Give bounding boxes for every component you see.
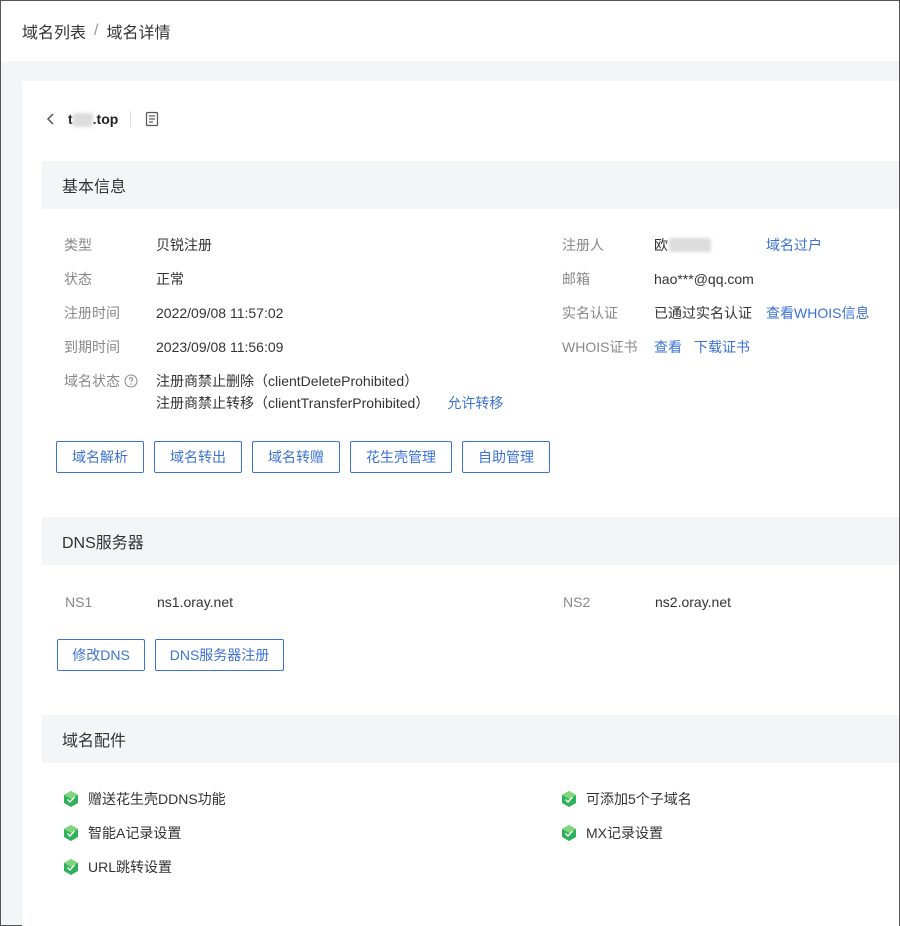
domain-status-label-wrap: 域名状态: [64, 371, 156, 391]
chevron-left-icon[interactable]: [42, 110, 60, 128]
reg-time-row: 注册时间 2022/09/08 11:57:02: [64, 303, 283, 323]
reg-time-label: 注册时间: [64, 305, 120, 321]
feature-label: URL跳转设置: [88, 859, 173, 875]
dns-register-button[interactable]: DNS服务器注册: [155, 639, 284, 671]
status-label: 状态: [64, 271, 92, 287]
section-accessories-title: 域名配件: [42, 715, 899, 763]
type-row: 类型 贝锐注册: [64, 235, 212, 255]
feature-label: 可添加5个子域名: [586, 791, 692, 807]
type-label: 类型: [64, 237, 92, 253]
email-value: hao***@qq.com: [654, 271, 754, 287]
feature-item: MX记录设置: [560, 823, 663, 843]
domain-name: t .top: [68, 110, 119, 128]
domain-name-suffix: .top: [92, 110, 119, 127]
domain-status-2-row: 注册商禁止转移（clientTransferProhibited） 允许转移: [156, 393, 503, 413]
feature-label: 赠送花生壳DDNS功能: [88, 791, 226, 807]
whois-view-link[interactable]: 查看: [654, 337, 682, 357]
self-manage-button[interactable]: 自助管理: [462, 441, 550, 473]
domain-status-1: 注册商禁止删除（clientDeleteProhibited）: [156, 373, 419, 389]
feature-check-icon: [560, 824, 578, 842]
domain-name-prefix: t: [68, 110, 73, 127]
domain-detail-card: t .top 基本信息 类型 贝锐注册 状态 正常 注册时间 2022/09/08…: [22, 81, 899, 926]
email-label: 邮箱: [562, 271, 590, 287]
transfer-owner-link[interactable]: 域名过户: [766, 235, 822, 255]
domain-header: t .top: [42, 107, 161, 131]
reg-time-value: 2022/09/08 11:57:02: [156, 305, 284, 321]
status-row: 状态 正常: [64, 269, 184, 289]
whois-cert-label: WHOIS证书: [562, 339, 638, 355]
ns2-row: NS2 ns2.oray.net: [563, 592, 731, 612]
feature-item: 赠送花生壳DDNS功能: [62, 789, 226, 809]
breadcrumb-domain-detail: 域名详情: [106, 25, 171, 42]
phddns-manage-button[interactable]: 花生壳管理: [350, 441, 452, 473]
domain-status-row: 域名状态 注册商禁止删除（clientDeleteProhibited）: [64, 371, 418, 391]
section-basic-info-title: 基本信息: [42, 161, 899, 209]
registrant-value: 欧: [654, 237, 668, 253]
redacted-blur: [72, 113, 93, 128]
redacted-blur: [669, 238, 711, 252]
domain-status-2: 注册商禁止转移（clientTransferProhibited）: [156, 395, 430, 411]
document-icon[interactable]: [143, 110, 161, 128]
ns2-label: NS2: [563, 594, 591, 610]
section-dns-title: DNS服务器: [42, 517, 899, 565]
feature-label: 智能A记录设置: [88, 825, 182, 841]
modify-dns-button[interactable]: 修改DNS: [57, 639, 145, 671]
allow-transfer-link[interactable]: 允许转移: [447, 393, 503, 413]
status-value: 正常: [156, 271, 184, 287]
divider: [130, 111, 132, 127]
domain-status-label: 域名状态: [64, 373, 120, 389]
transfer-out-button[interactable]: 域名转出: [154, 441, 242, 473]
email-row: 邮箱 hao***@qq.com: [562, 269, 754, 289]
whois-cert-row: WHOIS证书 查看 下载证书: [562, 337, 750, 357]
breadcrumb-domain-list[interactable]: 域名列表: [22, 19, 86, 43]
registrant-row: 注册人 欧 域名过户: [562, 235, 822, 255]
whois-info-link[interactable]: 查看WHOIS信息: [766, 303, 869, 323]
breadcrumb-separator: /: [94, 22, 99, 39]
feature-check-icon: [62, 824, 80, 842]
ns1-label: NS1: [65, 594, 93, 610]
exp-time-value: 2023/09/08 11:56:09: [156, 339, 284, 355]
ns1-value: ns1.oray.net: [157, 594, 234, 610]
feature-item: 可添加5个子域名: [560, 789, 692, 809]
ns1-row: NS1 ns1.oray.net: [65, 592, 233, 612]
feature-item: URL跳转设置: [62, 857, 172, 877]
whois-download-link[interactable]: 下载证书: [694, 337, 750, 357]
exp-time-label: 到期时间: [64, 339, 120, 355]
feature-check-icon: [62, 790, 80, 808]
gift-domain-button[interactable]: 域名转赠: [252, 441, 340, 473]
help-icon[interactable]: [124, 374, 138, 388]
realname-row: 实名认证 已通过实名认证 查看WHOIS信息: [562, 303, 869, 323]
realname-label: 实名认证: [562, 305, 618, 321]
realname-value: 已通过实名认证: [654, 305, 752, 321]
type-value: 贝锐注册: [156, 237, 212, 253]
exp-time-row: 到期时间 2023/09/08 11:56:09: [64, 337, 283, 357]
feature-item: 智能A记录设置: [62, 823, 181, 843]
registrant-label: 注册人: [562, 237, 604, 253]
ns2-value: ns2.oray.net: [655, 594, 732, 610]
feature-check-icon: [560, 790, 578, 808]
breadcrumb: 域名列表 / 域名详情: [1, 1, 899, 61]
feature-label: MX记录设置: [586, 825, 663, 841]
feature-check-icon: [62, 858, 80, 876]
dns-resolve-button[interactable]: 域名解析: [56, 441, 144, 473]
